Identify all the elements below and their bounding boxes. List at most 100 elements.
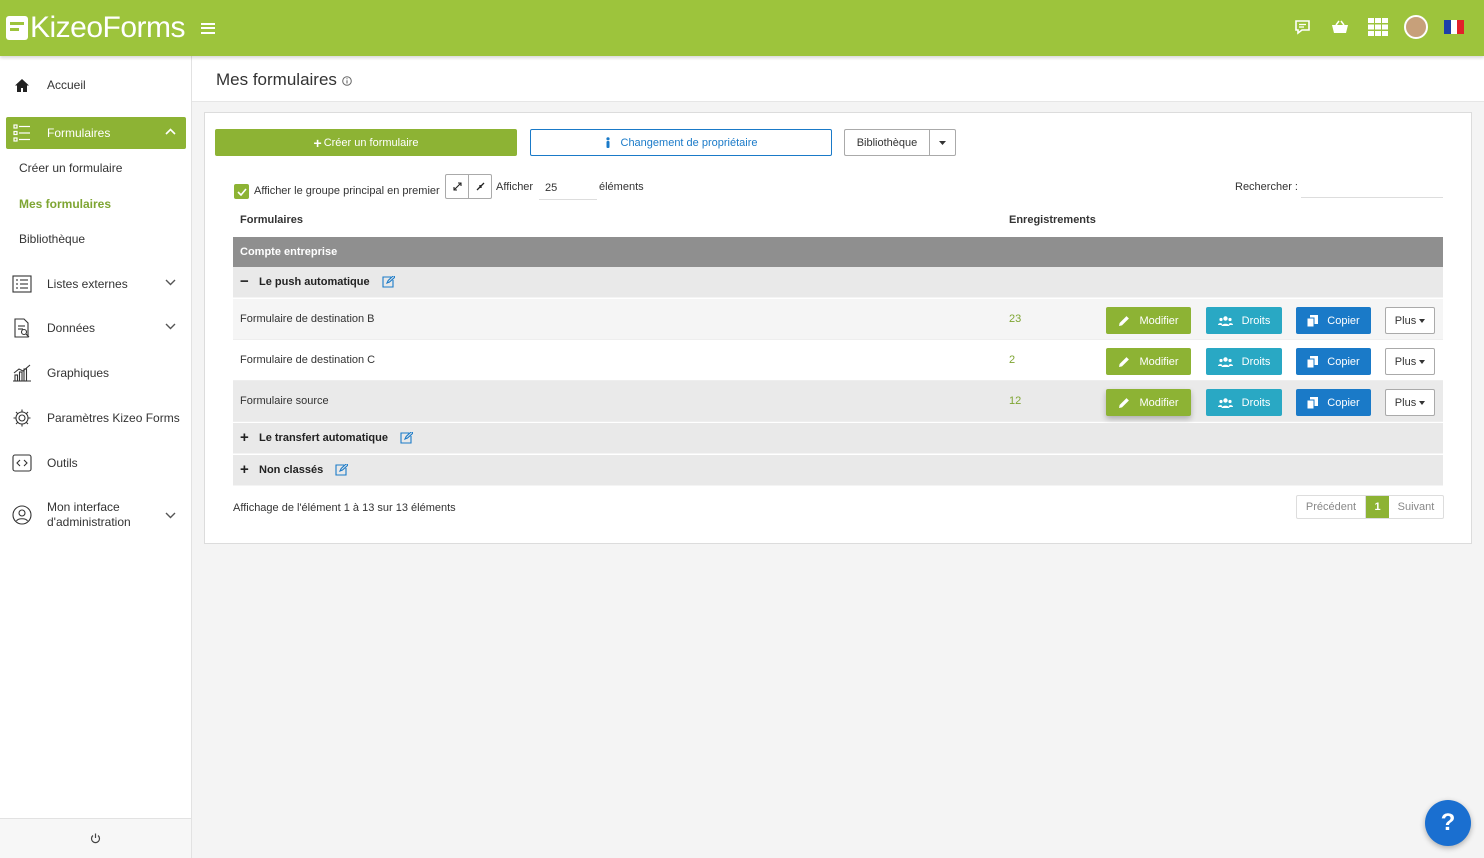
admin-icon: [10, 503, 34, 527]
expand-icon: [452, 182, 462, 191]
logo-text: KizeoForms: [30, 11, 186, 44]
modify-button[interactable]: Modifier: [1106, 389, 1191, 416]
group-name: Le push automatique: [259, 276, 370, 288]
chevron-down-icon[interactable]: [165, 512, 176, 519]
sidebar-item-listes-externes[interactable]: Listes externes: [6, 268, 186, 300]
search-input[interactable]: [1301, 176, 1443, 198]
group-row[interactable]: + Le transfert automatique: [233, 423, 1443, 454]
group-row[interactable]: + Non classés: [233, 455, 1443, 486]
modify-button[interactable]: Modifier: [1106, 348, 1191, 375]
list-icon: [10, 272, 34, 296]
users-icon: [1217, 356, 1233, 367]
data-icon: [10, 316, 34, 340]
caret-down-icon: [1419, 400, 1426, 405]
edit-group-icon[interactable]: [382, 276, 395, 288]
sidebar-item-outils[interactable]: Outils: [6, 447, 186, 479]
record-count[interactable]: 23: [1009, 313, 1021, 325]
change-owner-button[interactable]: Changement de propriétaire: [530, 129, 832, 156]
gear-icon: [10, 406, 34, 430]
more-dropdown-button[interactable]: Plus: [1385, 389, 1435, 416]
pagination-info: Affichage de l'élément 1 à 13 sur 13 élé…: [233, 502, 456, 514]
collapse-all-button[interactable]: [469, 175, 491, 198]
edit-group-icon[interactable]: [335, 464, 349, 476]
collapse-icon: [476, 182, 484, 191]
form-name[interactable]: Formulaire de destination B: [240, 313, 375, 325]
app-logo[interactable]: KizeoForms: [6, 11, 186, 45]
column-header-forms[interactable]: Formulaires: [240, 214, 303, 226]
search-label: Rechercher :: [1235, 181, 1298, 193]
modify-button[interactable]: Modifier: [1106, 307, 1191, 334]
chevron-down-icon[interactable]: [165, 323, 176, 330]
sidebar-item-parametres[interactable]: Paramètres Kizeo Forms: [6, 402, 186, 434]
record-count[interactable]: 2: [1009, 354, 1015, 366]
sidebar-footer: [0, 818, 191, 858]
apps-grid-icon[interactable]: [1366, 15, 1390, 39]
logo-icon: [6, 16, 28, 40]
main-group-first-label: Afficher le groupe principal en premier: [254, 185, 440, 197]
sidebar-subitem-create[interactable]: Créer un formulaire: [19, 161, 122, 175]
top-bar: KizeoForms: [0, 0, 1484, 56]
edit-group-icon[interactable]: [400, 432, 413, 444]
page-size-input[interactable]: [539, 176, 597, 200]
rights-button[interactable]: Droits: [1206, 348, 1282, 375]
flag-fr-icon[interactable]: [1442, 15, 1466, 39]
help-button[interactable]: ?: [1425, 800, 1471, 846]
sidebar-item-formulaires[interactable]: Formulaires: [6, 117, 186, 149]
collapse-group-icon[interactable]: −: [240, 274, 250, 289]
sidebar-item-accueil[interactable]: Accueil: [6, 69, 186, 101]
sidebar-item-admin[interactable]: Mon interface d'administration: [6, 497, 186, 533]
menu-toggle-icon[interactable]: [201, 22, 216, 34]
person-icon: [605, 137, 610, 148]
next-page-button[interactable]: Suivant: [1389, 496, 1443, 518]
main-group-first-checkbox[interactable]: [234, 184, 249, 199]
check-icon: [236, 187, 247, 196]
more-dropdown-button[interactable]: Plus: [1385, 307, 1435, 334]
form-name[interactable]: Formulaire source: [240, 395, 329, 407]
rights-button[interactable]: Droits: [1206, 307, 1282, 334]
chevron-down-icon[interactable]: [165, 279, 176, 286]
sidebar-item-donnees[interactable]: Données: [6, 312, 186, 344]
table-row: Formulaire source 12 Modifier Droits Cop…: [233, 381, 1443, 422]
page-1-button[interactable]: 1: [1366, 496, 1389, 518]
expand-group-icon[interactable]: +: [240, 462, 250, 477]
more-dropdown-button[interactable]: Plus: [1385, 348, 1435, 375]
expand-group-icon[interactable]: +: [240, 430, 250, 445]
caret-down-icon: [1419, 318, 1426, 323]
record-count[interactable]: 12: [1009, 395, 1021, 407]
sidebar-item-graphiques[interactable]: Graphiques: [6, 357, 186, 389]
page-header: Mes formulaires: [192, 56, 1484, 102]
users-icon: [1217, 397, 1233, 408]
rights-button[interactable]: Droits: [1206, 389, 1282, 416]
show-entries-label: Afficher: [496, 181, 534, 193]
copy-button[interactable]: Copier: [1296, 348, 1371, 375]
basket-icon[interactable]: [1328, 15, 1352, 39]
form-name[interactable]: Formulaire de destination C: [240, 354, 375, 366]
previous-page-button[interactable]: Précédent: [1297, 496, 1366, 518]
plus-icon: +: [313, 134, 322, 151]
table-row: Formulaire de destination C 2 Modifier D…: [233, 340, 1443, 381]
table-row: Formulaire de destination B 23 Modifier …: [233, 299, 1443, 340]
sidebar-subitem-my-forms[interactable]: Mes formulaires: [19, 197, 111, 211]
column-header-records[interactable]: Enregistrements: [1009, 214, 1096, 226]
copy-button[interactable]: Copier: [1296, 307, 1371, 334]
sidebar: Accueil Formulaires Créer un formulaire …: [0, 56, 192, 858]
expand-all-button[interactable]: [446, 175, 469, 198]
home-icon: [10, 73, 34, 97]
copy-button[interactable]: Copier: [1296, 389, 1371, 416]
company-group-row: Compte entreprise: [233, 237, 1443, 267]
user-avatar[interactable]: [1404, 15, 1428, 39]
forms-list-icon: [10, 121, 34, 145]
power-icon[interactable]: [90, 833, 101, 844]
group-name: Non classés: [259, 464, 324, 476]
library-button[interactable]: Bibliothèque: [844, 129, 929, 156]
caret-down-icon: [939, 140, 946, 145]
info-icon[interactable]: [342, 76, 352, 86]
create-form-button[interactable]: + Créer un formulaire: [215, 129, 517, 156]
sidebar-subitem-library[interactable]: Bibliothèque: [19, 232, 85, 246]
pencil-icon: [1119, 356, 1130, 367]
group-row[interactable]: − Le push automatique: [233, 267, 1443, 298]
library-dropdown-toggle[interactable]: [929, 129, 956, 156]
chevron-up-icon[interactable]: [165, 128, 176, 135]
chat-icon[interactable]: [1290, 15, 1314, 39]
chart-icon: [10, 361, 34, 385]
